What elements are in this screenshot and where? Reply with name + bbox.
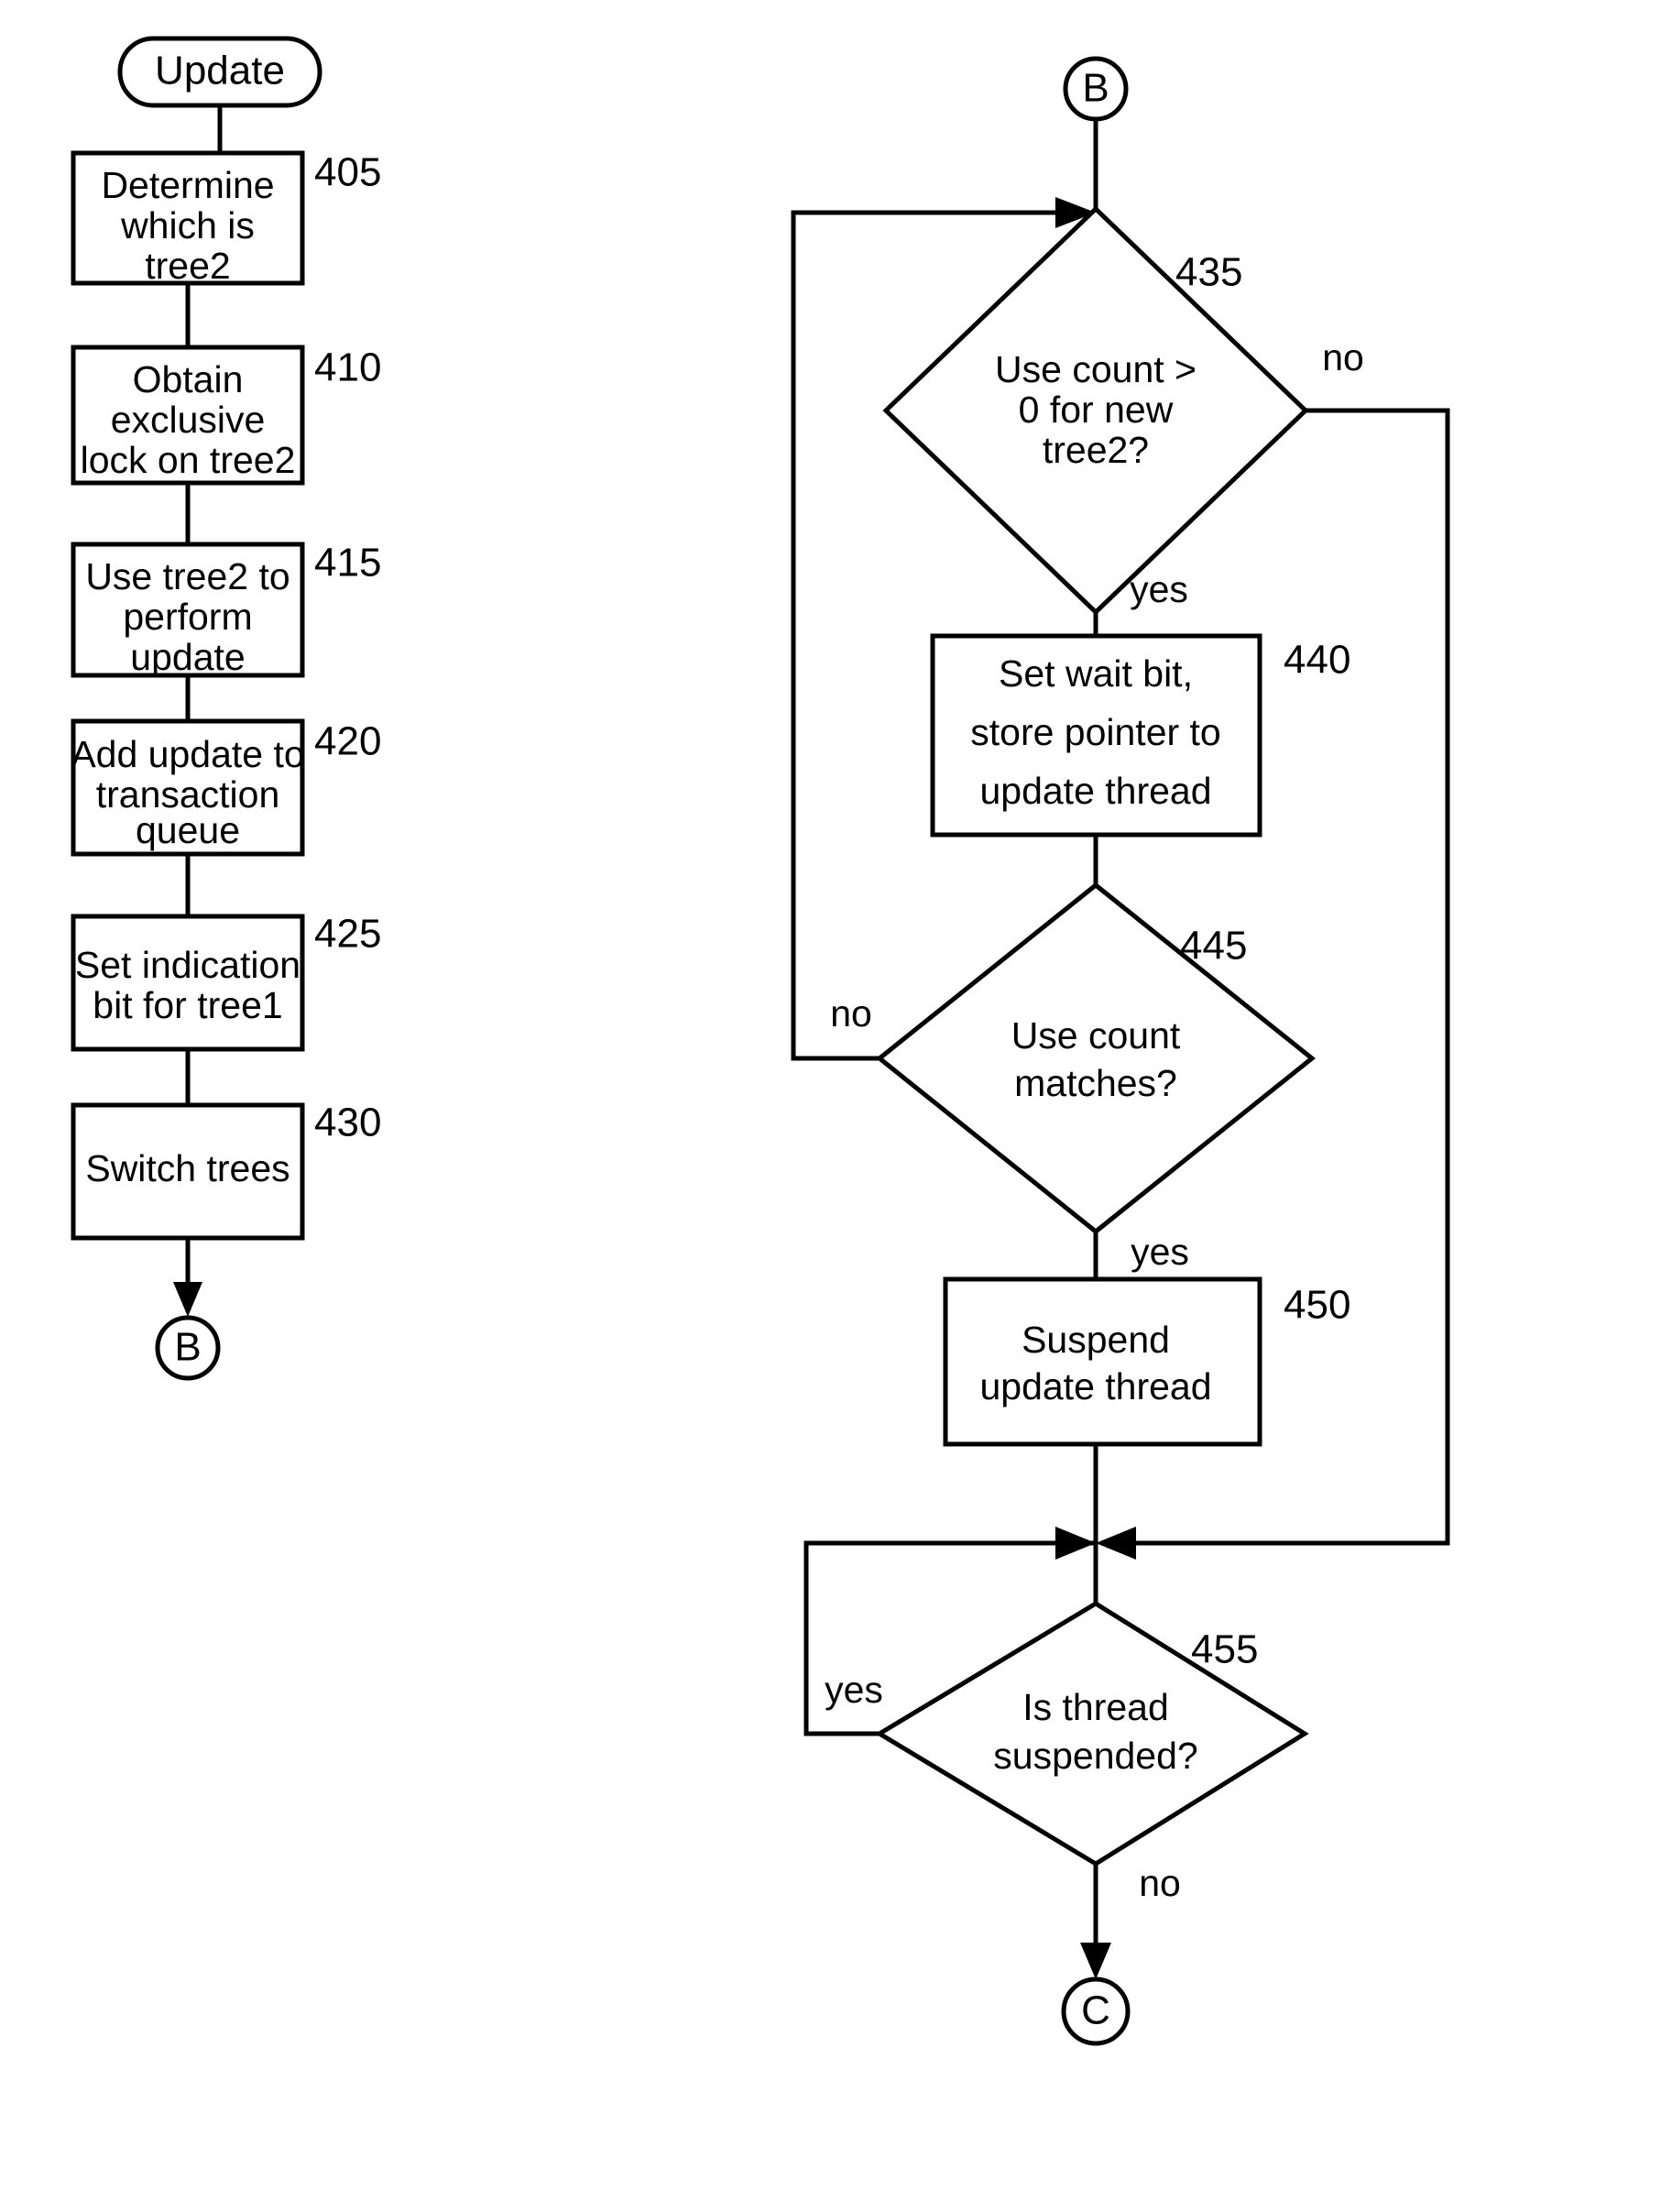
- process-450-line-1: Suspend: [1022, 1319, 1170, 1361]
- process-410-line-3: lock on tree2: [81, 439, 296, 481]
- decision-445-line-1: Use count: [1011, 1014, 1181, 1057]
- decision-455-line-1: Is thread: [1022, 1686, 1169, 1728]
- process-410-line-2: exclusive: [111, 399, 266, 441]
- ref-number-430: 430: [314, 1101, 381, 1145]
- flowchart-canvas: Update Determine which is tree2 405 Obta…: [71, 36, 1450, 2046]
- decision-445-line-2: matches?: [1014, 1062, 1177, 1104]
- process-440-line-2: store pointer to: [970, 711, 1221, 753]
- process-425-line-2: bit for tree1: [93, 984, 282, 1026]
- flowchart-figure: Update Determine which is tree2 405 Obta…: [0, 0, 1661, 2212]
- process-415: Use tree2 to perform update: [71, 542, 305, 678]
- process-405: Determine which is tree2: [71, 150, 305, 287]
- decision-455-line-2: suspended?: [993, 1735, 1197, 1777]
- edge-label-445-yes: yes: [1131, 1231, 1189, 1273]
- process-420-line-1: Add update to: [71, 733, 304, 775]
- process-405-line-3: tree2: [145, 245, 230, 287]
- process-420-line-3: queue: [136, 809, 240, 851]
- process-450-line-2: update thread: [979, 1365, 1211, 1407]
- process-440-line-1: Set wait bit,: [999, 652, 1193, 695]
- terminator-b-left: B: [155, 1315, 221, 1381]
- process-410: Obtain exclusive lock on tree2: [71, 345, 305, 486]
- ref-number-420: 420: [314, 719, 381, 764]
- terminator-update-label: Update: [155, 49, 285, 93]
- process-440-line-3: update thread: [979, 770, 1211, 812]
- terminator-b-right: B: [1063, 56, 1129, 122]
- decision-435-line-1: Use count >: [995, 348, 1197, 390]
- edge-label-455-no: no: [1139, 1862, 1181, 1904]
- process-430-line-1: Switch trees: [85, 1147, 290, 1189]
- terminator-b-left-label: B: [174, 1325, 201, 1370]
- ref-number-445: 445: [1180, 924, 1247, 969]
- edge-label-445-no: no: [830, 992, 872, 1035]
- arrowhead-down-c-icon: [1080, 1943, 1111, 1979]
- ref-number-450: 450: [1284, 1283, 1350, 1328]
- process-415-line-1: Use tree2 to: [85, 555, 290, 597]
- terminator-c-label: C: [1081, 1988, 1110, 2033]
- edge-label-455-yes: yes: [825, 1669, 883, 1711]
- decision-435-line-2: 0 for new: [1019, 389, 1174, 431]
- ref-number-405: 405: [314, 150, 381, 195]
- edge-label-435-no: no: [1322, 336, 1364, 378]
- arrowhead-merge-left-icon: [1055, 1527, 1096, 1560]
- terminator-c: C: [1061, 1977, 1131, 2046]
- process-415-line-3: update: [130, 636, 245, 678]
- terminator-b-right-label: B: [1082, 66, 1109, 111]
- decision-435-line-3: tree2?: [1043, 429, 1149, 471]
- process-405-line-1: Determine: [101, 164, 274, 206]
- process-430: Switch trees: [71, 1102, 305, 1241]
- ref-number-455: 455: [1191, 1627, 1258, 1672]
- ref-number-410: 410: [314, 345, 381, 390]
- ref-number-425: 425: [314, 912, 381, 957]
- edge-label-435-yes: yes: [1130, 568, 1188, 610]
- ref-number-440: 440: [1284, 638, 1350, 683]
- process-450-shape: [943, 1276, 1262, 1447]
- process-415-line-2: perform: [123, 596, 252, 638]
- process-440: Set wait bit, store pointer to update th…: [930, 633, 1262, 838]
- terminator-update: Update: [117, 36, 322, 108]
- arrowhead-down-icon: [173, 1282, 202, 1317]
- process-410-line-1: Obtain: [133, 358, 244, 400]
- process-420: Add update to transaction queue: [71, 718, 305, 857]
- process-425: Set indication bit for tree1: [71, 914, 305, 1052]
- arrowhead-merge-right-icon: [1096, 1527, 1136, 1560]
- process-405-line-2: which is: [120, 204, 255, 246]
- process-450: Suspend update thread: [943, 1276, 1262, 1447]
- ref-number-435: 435: [1175, 250, 1242, 295]
- ref-number-415: 415: [314, 541, 381, 586]
- process-425-line-1: Set indication: [75, 944, 301, 986]
